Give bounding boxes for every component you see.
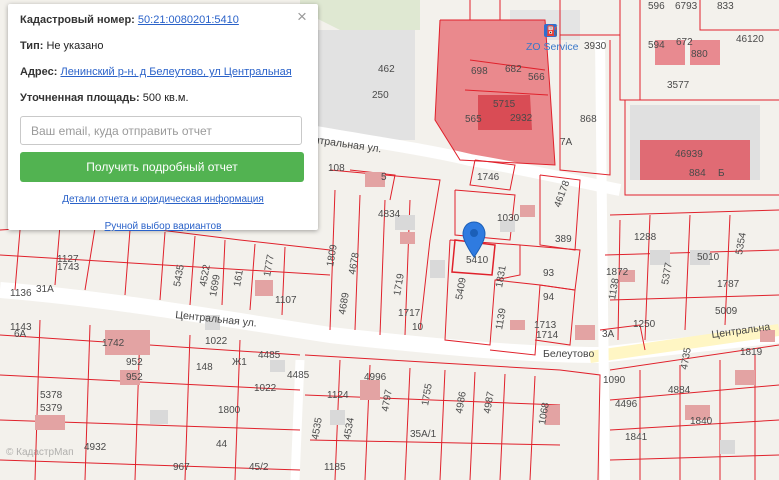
- svg-text:880: 880: [691, 49, 708, 60]
- address-link[interactable]: Ленинский р-н, д Белеутово, ул Центральн…: [60, 66, 291, 78]
- svg-text:7А: 7А: [560, 137, 573, 148]
- svg-text:594: 594: [648, 40, 665, 51]
- parcel-info-panel: × Кадастровый номер: 50:21:0080201:5410 …: [8, 4, 318, 233]
- svg-text:Ж1: Ж1: [232, 357, 247, 368]
- svg-text:93: 93: [543, 268, 555, 279]
- address-label: Адрес:: [20, 66, 58, 78]
- svg-text:967: 967: [173, 462, 190, 473]
- svg-text:4485: 4485: [258, 350, 281, 361]
- village-label: Белеутово: [543, 348, 594, 360]
- selected-parcel-label: 5410: [466, 255, 489, 266]
- type-row: Тип: Не указано: [20, 40, 306, 53]
- svg-text:108: 108: [328, 163, 345, 174]
- svg-text:1143: 1143: [10, 322, 32, 333]
- cadastral-label: Кадастровый номер:: [20, 14, 135, 26]
- svg-text:3577: 3577: [667, 80, 690, 91]
- address-row: Адрес: Ленинский р-н, д Белеутово, ул Це…: [20, 66, 306, 79]
- svg-text:1090: 1090: [603, 375, 626, 386]
- svg-text:672: 672: [676, 37, 693, 48]
- svg-text:35А/1: 35А/1: [410, 429, 437, 440]
- svg-text:44: 44: [216, 439, 228, 450]
- svg-text:5010: 5010: [697, 252, 720, 263]
- svg-text:4834: 4834: [378, 209, 401, 220]
- svg-text:45/2: 45/2: [249, 462, 269, 473]
- svg-text:1250: 1250: [633, 319, 656, 330]
- svg-text:1107: 1107: [275, 295, 297, 306]
- close-icon[interactable]: ×: [295, 8, 309, 25]
- svg-text:1030: 1030: [497, 213, 520, 224]
- svg-text:94: 94: [543, 292, 555, 303]
- svg-text:1872: 1872: [606, 267, 629, 278]
- svg-text:Б: Б: [718, 168, 725, 179]
- svg-text:566: 566: [528, 72, 545, 83]
- svg-text:46939: 46939: [675, 149, 703, 160]
- svg-text:148: 148: [196, 362, 213, 373]
- manual-selection-link[interactable]: Ручной выбор вариантов: [20, 221, 306, 233]
- svg-text:31А: 31А: [36, 284, 54, 295]
- svg-text:2932: 2932: [510, 113, 533, 124]
- area-value: 500 кв.м.: [142, 92, 189, 104]
- map-attribution: © КадастрМап: [6, 447, 74, 458]
- svg-text:6793: 6793: [675, 1, 698, 12]
- svg-text:3А: 3А: [602, 329, 615, 340]
- svg-text:5: 5: [381, 172, 387, 183]
- svg-text:1136: 1136: [10, 288, 32, 299]
- svg-text:682: 682: [505, 64, 522, 75]
- cadastral-row: Кадастровый номер: 50:21:0080201:5410: [20, 14, 306, 27]
- svg-text:462: 462: [378, 64, 395, 75]
- svg-text:1742: 1742: [102, 338, 125, 349]
- svg-text:698: 698: [471, 66, 488, 77]
- svg-text:1840: 1840: [690, 416, 713, 427]
- email-input[interactable]: [20, 116, 302, 145]
- road-east: [595, 39, 610, 480]
- svg-text:5378: 5378: [40, 390, 63, 401]
- svg-text:1717: 1717: [398, 308, 421, 319]
- svg-text:833: 833: [717, 1, 734, 12]
- type-value: Не указано: [46, 40, 104, 52]
- svg-text:596: 596: [648, 1, 665, 12]
- svg-text:565: 565: [465, 114, 482, 125]
- svg-text:389: 389: [555, 234, 572, 245]
- svg-text:1800: 1800: [218, 405, 241, 416]
- svg-text:1127: 1127: [57, 254, 79, 265]
- svg-text:250: 250: [372, 90, 389, 101]
- report-details-link[interactable]: Детали отчета и юридическая информация: [20, 194, 306, 206]
- svg-text:1714: 1714: [536, 330, 559, 341]
- svg-text:4884: 4884: [668, 385, 691, 396]
- svg-text:3930: 3930: [584, 41, 607, 52]
- svg-text:4932: 4932: [84, 442, 107, 453]
- get-report-button[interactable]: Получить подробный отчет: [20, 152, 304, 182]
- svg-text:1819: 1819: [740, 347, 763, 358]
- svg-text:4496: 4496: [615, 399, 638, 410]
- svg-text:10: 10: [412, 322, 424, 333]
- area-label: Уточненная площадь:: [20, 92, 140, 104]
- svg-text:1787: 1787: [717, 279, 740, 290]
- svg-text:1746: 1746: [477, 172, 500, 183]
- svg-text:952: 952: [126, 372, 143, 383]
- svg-text:952: 952: [126, 357, 143, 368]
- svg-text:5009: 5009: [715, 306, 738, 317]
- svg-text:5715: 5715: [493, 99, 516, 110]
- svg-text:46120: 46120: [736, 34, 764, 45]
- svg-text:1841: 1841: [625, 432, 648, 443]
- svg-text:4996: 4996: [364, 372, 387, 383]
- cadastral-number-link[interactable]: 50:21:0080201:5410: [138, 14, 239, 26]
- svg-text:1022: 1022: [254, 383, 277, 394]
- svg-text:1288: 1288: [634, 232, 657, 243]
- area-row: Уточненная площадь: 500 кв.м.: [20, 92, 306, 105]
- poi-label: ZO Service: [526, 41, 579, 53]
- svg-text:1124: 1124: [327, 390, 349, 401]
- svg-text:5379: 5379: [40, 403, 63, 414]
- svg-text:868: 868: [580, 114, 597, 125]
- svg-text:884: 884: [689, 168, 706, 179]
- svg-text:4485: 4485: [287, 370, 310, 381]
- svg-text:1022: 1022: [205, 336, 228, 347]
- type-label: Тип:: [20, 40, 44, 52]
- svg-text:1185: 1185: [324, 462, 346, 473]
- svg-text:⛽: ⛽: [546, 24, 558, 37]
